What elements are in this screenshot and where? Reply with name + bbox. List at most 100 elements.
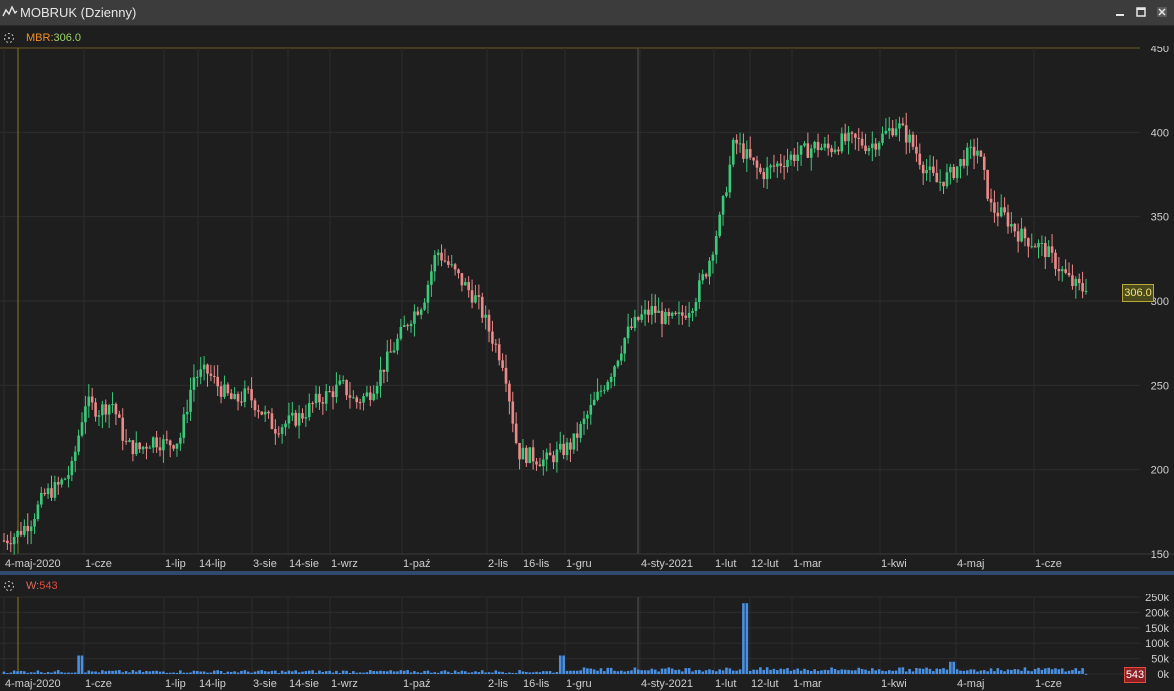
volume-bar bbox=[704, 670, 708, 674]
window-title: MOBRUK (Dzienny) bbox=[20, 5, 137, 20]
volume-bar bbox=[182, 672, 186, 674]
volume-bar bbox=[755, 669, 759, 674]
candle-body bbox=[1064, 269, 1067, 273]
volume-bar bbox=[107, 670, 111, 674]
candle-body bbox=[1033, 246, 1037, 248]
candle-body bbox=[338, 380, 342, 385]
candle-body bbox=[630, 326, 633, 329]
volume-bar bbox=[1040, 669, 1044, 674]
candle-body bbox=[56, 482, 60, 485]
volume-bar bbox=[759, 667, 762, 674]
candle-body bbox=[616, 360, 620, 367]
volume-bar bbox=[402, 670, 406, 674]
candle-body bbox=[392, 350, 396, 353]
candle-body bbox=[311, 403, 314, 405]
candle-body bbox=[762, 172, 766, 180]
volume-bar bbox=[1020, 670, 1023, 674]
volume-bar bbox=[538, 672, 542, 674]
candle-body bbox=[904, 125, 908, 143]
candle-body bbox=[375, 385, 379, 394]
volume-bar bbox=[263, 671, 267, 674]
candle-body bbox=[847, 132, 850, 142]
candle-body bbox=[226, 384, 230, 394]
volume-bar bbox=[487, 672, 491, 674]
candle-body bbox=[542, 459, 545, 467]
candle-body bbox=[46, 488, 50, 495]
volume-bar bbox=[1057, 669, 1061, 674]
candle-body bbox=[837, 149, 840, 152]
candle-body bbox=[752, 157, 755, 161]
price-chart[interactable]: 450400350300250200150 4-maj-2020 1-cze 1-l… bbox=[0, 46, 1174, 572]
volume-bar bbox=[779, 668, 783, 674]
candle-body bbox=[589, 405, 593, 415]
minimize-icon[interactable] bbox=[1114, 6, 1126, 18]
volume-bar bbox=[111, 670, 114, 674]
candle-body bbox=[708, 260, 711, 277]
volume-bar bbox=[677, 669, 681, 674]
candle-body bbox=[1050, 246, 1054, 253]
volume-bar bbox=[620, 670, 623, 674]
candle-body bbox=[53, 482, 57, 498]
price-x-axis: 4-maj-2020 1-cze 1-lip 14-lip 3-sie 14-sie 1-w… bbox=[5, 558, 1062, 570]
candle-body bbox=[185, 411, 189, 415]
pane-separator[interactable] bbox=[0, 571, 1174, 575]
move-pane-icon[interactable] bbox=[2, 579, 16, 593]
candle-body bbox=[908, 134, 911, 143]
volume-bar bbox=[928, 668, 932, 674]
volume-bar bbox=[681, 671, 684, 674]
volume-bar bbox=[375, 671, 379, 674]
volume-bar bbox=[216, 670, 219, 674]
x-tick-label: 4-maj-2020 bbox=[5, 558, 61, 570]
candle-body bbox=[9, 543, 13, 545]
candle-body bbox=[728, 164, 732, 193]
candle-body bbox=[423, 302, 426, 310]
candle-body bbox=[209, 373, 213, 376]
volume-bar bbox=[379, 670, 382, 674]
volume-bar bbox=[877, 669, 881, 674]
volume-bar bbox=[816, 670, 820, 674]
volume-bar bbox=[287, 670, 291, 674]
move-pane-icon[interactable] bbox=[2, 31, 16, 45]
close-icon[interactable] bbox=[1156, 6, 1168, 18]
volume-bar bbox=[687, 668, 691, 674]
volume-chart[interactable]: 250k 200k 150k 100k 50k 0k 4-maj-2020 1-cze 1-l… bbox=[0, 594, 1174, 691]
x-tick-label: 1-cze bbox=[1035, 678, 1062, 690]
volume-bar bbox=[318, 670, 321, 674]
volume-bar bbox=[433, 672, 437, 674]
y-tick-label: 350 bbox=[1151, 212, 1169, 224]
volume-bar bbox=[436, 672, 440, 674]
candle-body bbox=[901, 123, 905, 126]
candle-body bbox=[192, 377, 196, 390]
volume-bar bbox=[87, 670, 91, 674]
candle-body bbox=[1013, 223, 1017, 232]
candle-body bbox=[1074, 278, 1078, 287]
volume-bar bbox=[324, 671, 328, 674]
volume-bar bbox=[345, 670, 348, 674]
x-tick-label: 4-sty-2021 bbox=[641, 558, 693, 570]
volume-bar bbox=[979, 670, 983, 674]
candle-body bbox=[477, 295, 481, 297]
candle-body bbox=[460, 273, 464, 286]
volume-bar bbox=[246, 671, 250, 674]
volume-bar bbox=[511, 672, 515, 674]
volume-bar bbox=[911, 671, 915, 674]
candle-body bbox=[413, 311, 416, 324]
volume-bar bbox=[1081, 668, 1084, 674]
volume-bar bbox=[158, 671, 162, 674]
volume-bar bbox=[453, 670, 457, 674]
candle-body bbox=[267, 411, 270, 414]
volume-bar bbox=[1006, 669, 1010, 674]
candle-body bbox=[168, 440, 172, 446]
candle-body bbox=[382, 369, 386, 372]
candle-body bbox=[942, 181, 945, 187]
candle-body bbox=[894, 128, 898, 136]
candle-body bbox=[969, 146, 972, 148]
volume-bar bbox=[23, 671, 26, 674]
candle-body bbox=[911, 134, 915, 147]
maximize-icon[interactable] bbox=[1135, 6, 1147, 18]
candle-body bbox=[830, 148, 833, 153]
volume-bar bbox=[19, 670, 23, 674]
volume-bar bbox=[640, 670, 643, 674]
candle-body bbox=[623, 338, 627, 354]
candle-body bbox=[253, 400, 257, 411]
